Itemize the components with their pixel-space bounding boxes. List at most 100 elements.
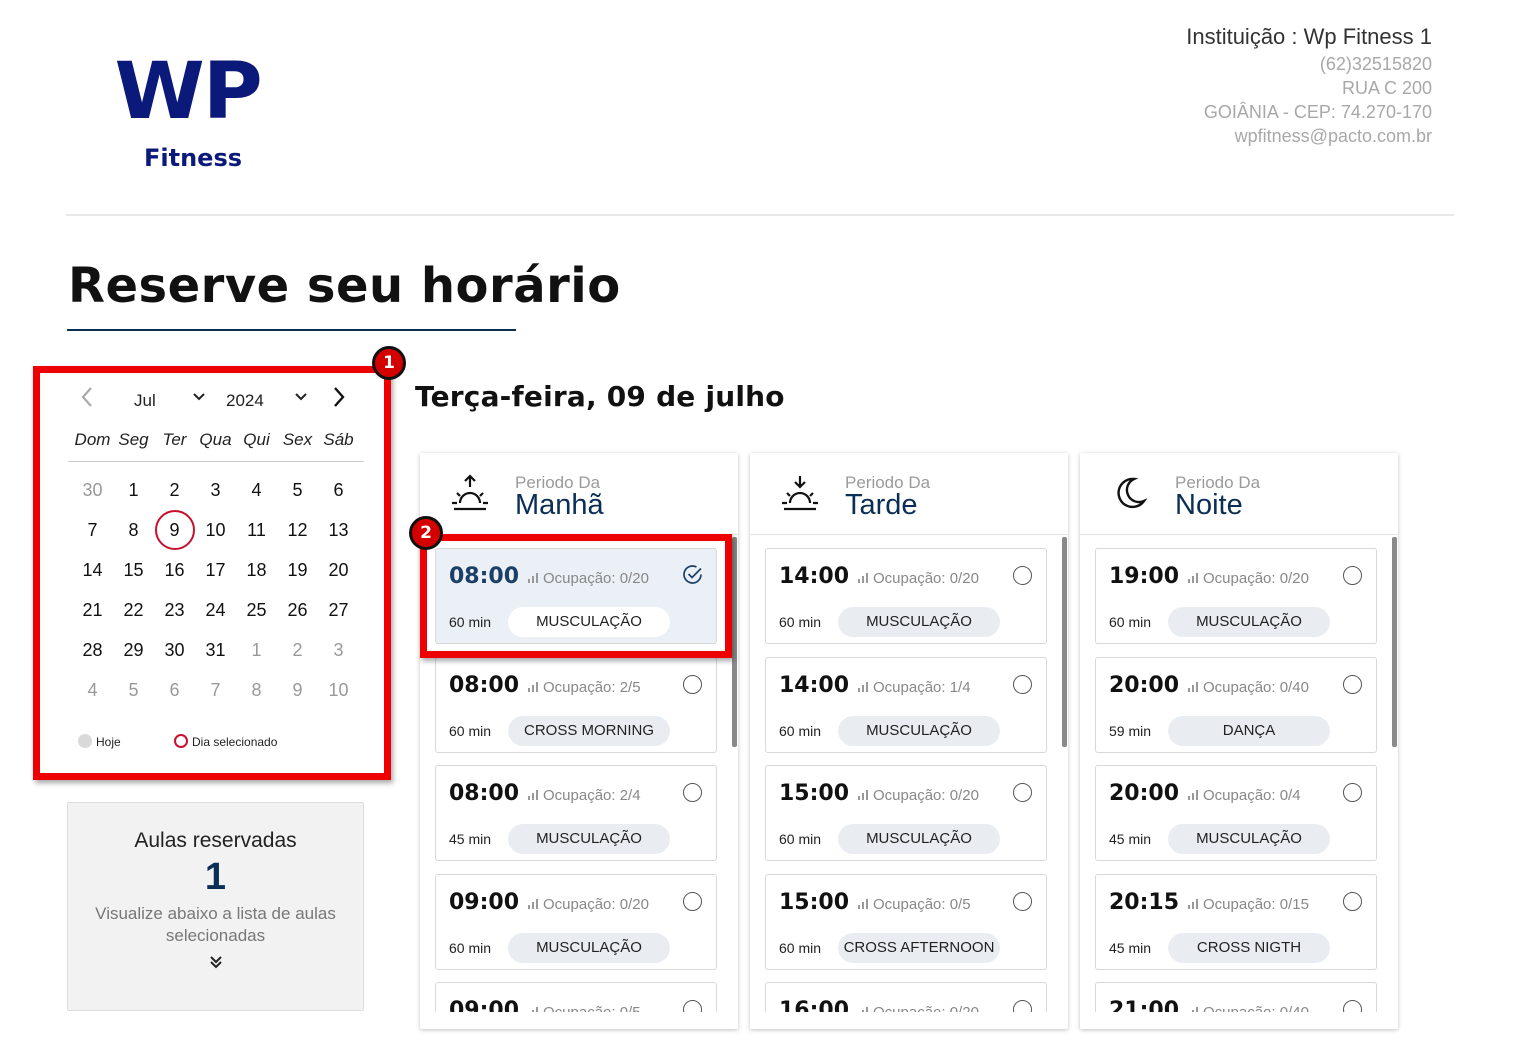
slot-activity-tag: MUSCULAÇÃO xyxy=(1168,607,1330,637)
slot-occupancy-text: Ocupação: 0/5 xyxy=(543,1004,641,1012)
slot-radio[interactable] xyxy=(683,1000,702,1012)
slot-radio[interactable] xyxy=(1343,566,1362,585)
slot-occupancy: Ocupação: 2/4 xyxy=(528,787,641,804)
logo: WP Fitness xyxy=(108,44,278,184)
class-slot[interactable]: 09:00 Ocupação: 0/5 xyxy=(435,982,717,1012)
calendar-day-label: 5 xyxy=(128,679,139,700)
class-slot[interactable]: 14:00 Ocupação: 0/20 60 min MUSCULAÇÃO xyxy=(765,548,1047,644)
slot-radio[interactable] xyxy=(1343,891,1362,911)
scrollbar[interactable] xyxy=(1392,537,1397,747)
slot-occupancy: Ocupação: 1/4 xyxy=(858,679,971,696)
slot-occupancy-text: Ocupação: 0/20 xyxy=(543,895,649,913)
slot-radio[interactable] xyxy=(683,674,702,694)
slot-occupancy: Ocupação: 0/20 xyxy=(528,896,649,913)
period-header: Periodo Da Manhã xyxy=(420,453,738,535)
calendar-day-label: 25 xyxy=(246,599,267,620)
slot-radio[interactable] xyxy=(1343,783,1362,802)
signal-bars-icon xyxy=(528,790,538,800)
slot-radio[interactable] xyxy=(1013,783,1032,802)
reserved-classes-card[interactable]: Aulas reservadas 1 Visualize abaixo a li… xyxy=(67,802,364,1011)
slot-time: 21:00 xyxy=(1109,998,1180,1012)
sunset-icon xyxy=(780,473,820,513)
slot-radio[interactable] xyxy=(1013,566,1032,585)
calendar-day-label: 7 xyxy=(87,519,98,540)
calendar-day-label: 20 xyxy=(328,559,349,580)
calendar-day-label: 23 xyxy=(164,599,185,620)
calendar-day-label: 8 xyxy=(251,679,262,700)
signal-bars-icon xyxy=(528,1007,538,1012)
slot-radio[interactable] xyxy=(1013,891,1032,911)
annotation-badge-2: 2 xyxy=(409,516,443,550)
slot-occupancy-text: Ocupação: 2/5 xyxy=(543,678,641,696)
slot-activity-tag: CROSS NIGTH xyxy=(1168,932,1330,963)
signal-bars-icon xyxy=(1188,898,1198,909)
period-name: Manhã xyxy=(515,489,604,521)
scrollbar[interactable] xyxy=(1062,537,1067,747)
calendar-day-label: 27 xyxy=(328,599,349,620)
calendar-day-label: 26 xyxy=(287,599,308,620)
class-slot[interactable]: 08:00 Ocupação: 2/4 45 min MUSCULAÇÃO xyxy=(435,765,717,861)
slot-occupancy-text: Ocupação: 0/4 xyxy=(1203,787,1301,804)
slot-time: 09:00 xyxy=(449,889,520,915)
calendar-day-label: 4 xyxy=(87,679,98,700)
signal-bars-icon xyxy=(1188,681,1198,692)
signal-bars-icon xyxy=(858,898,868,909)
calendar-day-label: 30 xyxy=(82,479,103,500)
class-slot[interactable]: 20:00 Ocupação: 0/40 59 min DANÇA xyxy=(1095,656,1377,753)
calendar-day-label: 12 xyxy=(287,519,308,540)
slot-radio[interactable] xyxy=(1013,674,1032,694)
signal-bars-icon xyxy=(528,681,538,692)
slot-radio[interactable] xyxy=(1013,1000,1032,1012)
signal-bars-icon xyxy=(858,790,868,800)
calendar-day-label: 16 xyxy=(164,559,185,580)
class-slot[interactable]: 19:00 Ocupação: 0/20 60 min MUSCULAÇÃO xyxy=(1095,548,1377,644)
slot-radio[interactable] xyxy=(1343,1000,1362,1012)
calendar-day-label: 2 xyxy=(169,479,180,500)
slot-occupancy: Ocupação: 0/20 xyxy=(1188,570,1309,587)
slot-time: 20:00 xyxy=(1109,781,1180,806)
class-slot[interactable]: 20:15 Ocupação: 0/15 45 min CROSS NIGTH xyxy=(1095,873,1377,970)
calendar-day-label: 3 xyxy=(210,479,221,500)
class-slot[interactable]: 20:00 Ocupação: 0/4 45 min MUSCULAÇÃO xyxy=(1095,765,1377,861)
slot-duration: 45 min xyxy=(449,831,492,847)
class-slot[interactable]: 14:00 Ocupação: 1/4 60 min MUSCULAÇÃO xyxy=(765,656,1047,753)
period-column-night: Periodo Da Noite 19:00 Ocupação: 0/20 60 m… xyxy=(1080,453,1398,1029)
slot-time: 08:00 xyxy=(449,672,520,698)
reserved-count: 1 xyxy=(204,856,227,898)
class-slot[interactable]: 09:00 Ocupação: 0/20 60 min MUSCULAÇÃO xyxy=(435,873,717,970)
slot-occupancy-text: Ocupação: 0/40 xyxy=(1203,678,1309,696)
double-chevron-down-icon[interactable] xyxy=(68,953,363,976)
calendar-day-label: 10 xyxy=(205,519,226,540)
calendar-day-label: 10 xyxy=(328,679,349,700)
calendar-day-label: 15 xyxy=(123,559,144,580)
slot-duration: 60 min xyxy=(449,722,492,739)
calendar-day-label: 6 xyxy=(333,479,344,500)
slot-occupancy: Ocupação: 0/40 xyxy=(1188,1004,1309,1012)
slot-duration: 60 min xyxy=(779,939,822,956)
slot-time: 16:00 xyxy=(779,998,850,1012)
page-title: Reserve seu horário xyxy=(68,258,621,314)
calendar-day-label: 1 xyxy=(128,479,139,500)
slot-radio[interactable] xyxy=(683,891,702,911)
class-slot[interactable]: 15:00 Ocupação: 0/20 60 min MUSCULAÇÃO xyxy=(765,765,1047,861)
class-slot[interactable]: 15:00 Ocupação: 0/5 60 min CROSS AFTERNOON xyxy=(765,873,1047,970)
slot-radio[interactable] xyxy=(1343,674,1362,694)
calendar-day-label: 19 xyxy=(287,559,308,580)
period-header: Periodo Da Noite xyxy=(1080,453,1398,535)
calendar-day-label: 7 xyxy=(210,679,221,700)
calendar-day-label: 17 xyxy=(205,559,226,580)
signal-bars-icon xyxy=(858,681,868,692)
class-slot[interactable]: 21:00 Ocupação: 0/40 xyxy=(1095,982,1377,1012)
slot-activity-tag: CROSS AFTERNOON xyxy=(838,932,1000,963)
calendar-day-label: 1 xyxy=(251,639,262,660)
class-slot[interactable]: 08:00 Ocupação: 2/5 60 min CROSS MORNING xyxy=(435,656,717,753)
class-slot[interactable]: 16:00 Ocupação: 0/20 xyxy=(765,982,1047,1012)
institution-address: RUA C 200 xyxy=(1341,78,1432,98)
scrollbar[interactable] xyxy=(732,537,737,747)
logo-wp-text: WP xyxy=(114,47,263,137)
calendar-day-label: 2 xyxy=(292,639,303,660)
selected-date-heading: Terça-feira, 09 de julho xyxy=(415,380,785,413)
slot-time: 19:00 xyxy=(1109,564,1180,589)
slot-radio[interactable] xyxy=(683,783,702,802)
calendar-day-label: 24 xyxy=(205,599,226,620)
